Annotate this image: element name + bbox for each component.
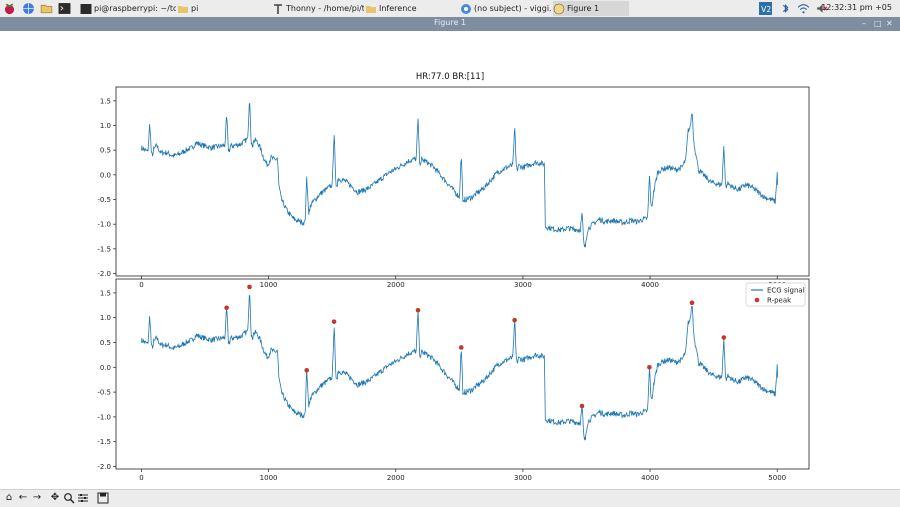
save-icon[interactable] bbox=[97, 492, 109, 504]
r-peak-marker bbox=[458, 345, 464, 350]
r-peak-marker bbox=[721, 335, 727, 340]
ecg-figure: 0 1000 2000 3000 4000 5000 1.5 1.0 0.5 0.0 -0.5 -1.… bbox=[97, 86, 810, 482]
ecg-signal-line bbox=[141, 295, 779, 441]
window-titlebar: Figure 1 bbox=[0, 17, 900, 31]
taskbar-folder[interactable]: pi bbox=[177, 1, 217, 16]
y-tick-label: 0.0 bbox=[100, 171, 111, 179]
taskbar-thonny-label: Thonny - /home/pi/t... bbox=[286, 4, 364, 13]
home-icon[interactable]: ⌂ bbox=[3, 492, 15, 504]
configure-subplots-icon[interactable] bbox=[77, 492, 89, 504]
r-peak-marker bbox=[689, 300, 695, 306]
wifi-icon[interactable] bbox=[797, 2, 810, 15]
legend-label-rpeak: R-peak bbox=[767, 297, 792, 305]
y-tick-label: -2.0 bbox=[97, 270, 111, 278]
r-peak-marker bbox=[512, 317, 517, 323]
x-tick-label: 2000 bbox=[387, 474, 405, 482]
back-icon[interactable]: ← bbox=[17, 492, 29, 504]
taskbar: pi@raspberrypi: ~/tor... pi Thonny - /ho… bbox=[0, 0, 900, 18]
taskbar-figure-label: Figure 1 bbox=[567, 4, 600, 13]
taskbar-inference-label: Inference bbox=[379, 4, 417, 13]
folder-icon bbox=[366, 5, 376, 13]
y-tick-label: 0.5 bbox=[100, 147, 111, 155]
svg-text:V2: V2 bbox=[761, 5, 771, 14]
x-tick-label: 3000 bbox=[514, 474, 532, 482]
vnc-icon[interactable]: V2 bbox=[759, 2, 772, 15]
window-title: Figure 1 bbox=[433, 18, 467, 27]
x-tick-label: 5000 bbox=[768, 474, 786, 482]
taskbar-inference[interactable]: Inference bbox=[365, 1, 455, 16]
r-peak-marker bbox=[415, 307, 421, 313]
r-peak-marker bbox=[304, 367, 310, 373]
taskbar-folder-label: pi bbox=[191, 4, 199, 13]
x-tick-label: 4000 bbox=[641, 281, 659, 289]
legend-label-ecg: ECG signal bbox=[767, 287, 805, 295]
x-tick-label: 1000 bbox=[260, 281, 278, 289]
y-tick-label: -1.5 bbox=[97, 438, 111, 446]
zoom-icon[interactable] bbox=[63, 492, 75, 504]
taskbar-chrome[interactable]: (no subject) - viggi.ra... bbox=[460, 1, 552, 16]
y-tick-label: -0.5 bbox=[97, 196, 111, 204]
matplotlib-toolbar: ⌂ ← → ✥ bbox=[0, 489, 900, 507]
x-tick-label: 3000 bbox=[514, 281, 532, 289]
y-tick-label: -0.5 bbox=[97, 389, 111, 397]
maximize-icon[interactable]: □ bbox=[874, 19, 882, 28]
y-tick-label: 1.0 bbox=[100, 314, 111, 322]
taskbar-terminal-label: pi@raspberrypi: ~/tor... bbox=[94, 4, 176, 13]
clock: 12:32:31 pm +05 bbox=[821, 3, 892, 12]
x-tick-label: 0 bbox=[139, 281, 143, 289]
y-tick-label: -2.0 bbox=[97, 463, 111, 471]
raspberry-menu-icon[interactable] bbox=[3, 2, 16, 15]
y-tick-label: -1.0 bbox=[97, 413, 111, 421]
y-tick-label: 0.0 bbox=[100, 364, 111, 372]
taskbar-figure[interactable]: Figure 1 bbox=[553, 1, 629, 16]
r-peak-marker bbox=[224, 305, 229, 311]
terminal-icon[interactable] bbox=[58, 2, 71, 15]
x-tick-label: 0 bbox=[139, 474, 143, 482]
r-peak-marker bbox=[331, 319, 337, 324]
taskbar-thonny[interactable]: Thonny - /home/pi/t... bbox=[272, 1, 364, 16]
taskbar-chrome-label: (no subject) - viggi.ra... bbox=[474, 4, 552, 13]
close-icon[interactable]: ✕ bbox=[886, 19, 893, 28]
taskbar-terminal[interactable]: pi@raspberrypi: ~/tor... bbox=[80, 1, 176, 16]
y-tick-label: -1.0 bbox=[97, 221, 111, 229]
r-peak-marker bbox=[647, 365, 652, 370]
terminal-icon bbox=[80, 3, 92, 14]
legend-scatter-marker bbox=[754, 297, 760, 303]
file-manager-icon[interactable] bbox=[40, 2, 53, 15]
bluetooth-icon[interactable] bbox=[779, 2, 792, 15]
x-tick-label: 4000 bbox=[641, 474, 659, 482]
minimize-icon[interactable]: – bbox=[862, 19, 866, 28]
ecg-signal-line bbox=[141, 103, 779, 248]
y-tick-label: 1.5 bbox=[100, 289, 111, 297]
forward-icon[interactable]: → bbox=[31, 492, 43, 504]
browser-icon[interactable] bbox=[22, 2, 35, 15]
y-tick-label: 1.0 bbox=[100, 122, 111, 130]
r-peak-marker bbox=[247, 284, 252, 290]
chrome-icon bbox=[461, 3, 471, 14]
figure-icon bbox=[553, 3, 565, 14]
pan-icon[interactable]: ✥ bbox=[49, 492, 61, 504]
x-tick-label: 1000 bbox=[260, 474, 278, 482]
y-tick-label: 1.5 bbox=[100, 97, 111, 105]
x-tick-label: 2000 bbox=[387, 281, 405, 289]
y-tick-label: 0.5 bbox=[100, 339, 111, 347]
y-tick-label: -1.5 bbox=[97, 245, 111, 253]
folder-icon bbox=[178, 5, 188, 13]
r-peak-marker bbox=[579, 403, 585, 409]
thonny-icon bbox=[274, 3, 282, 14]
